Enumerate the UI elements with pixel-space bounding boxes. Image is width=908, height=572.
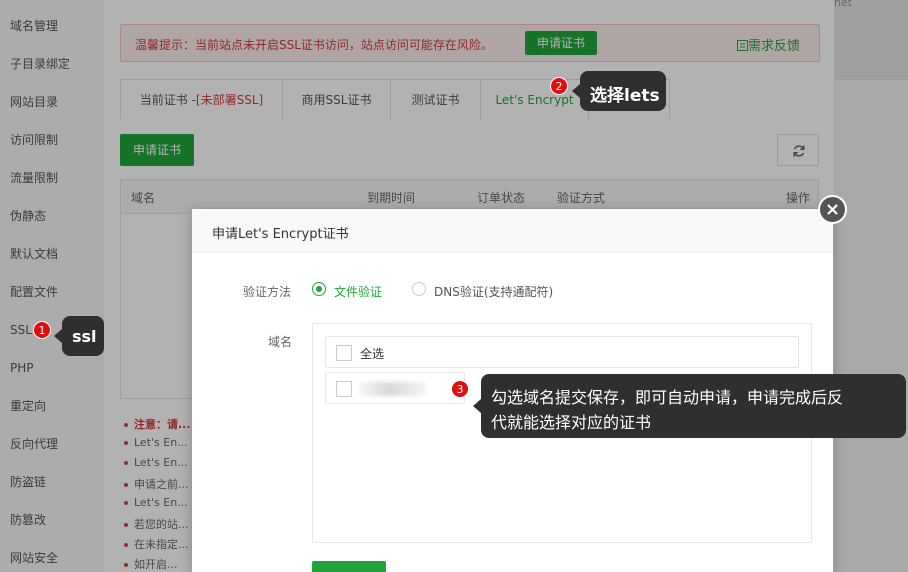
callout-ssl: ssl bbox=[54, 316, 104, 356]
radio-dns-verify-label[interactable]: DNS验证(支持通配符) bbox=[434, 283, 553, 300]
close-icon bbox=[827, 204, 838, 215]
callout-instructions: 勾选域名提交保存，即可自动申请，申请完成后反 代就能选择对应的证书 bbox=[473, 374, 906, 438]
callout-instructions-line1: 勾选域名提交保存，即可自动申请，申请完成后反 bbox=[491, 388, 844, 407]
select-all-row[interactable]: 全选 bbox=[325, 336, 799, 368]
callout-select-lets-text: 选择lets bbox=[590, 86, 660, 106]
step-badge-3: 3 bbox=[451, 380, 469, 398]
verify-method-label: 验证方法 bbox=[243, 285, 292, 299]
domain-name-redacted bbox=[360, 382, 426, 396]
callout-ssl-text: ssl bbox=[72, 327, 97, 346]
radio-file-verify-label[interactable]: 文件验证 bbox=[334, 283, 382, 300]
dialog-title: 申请Let's Encrypt证书 bbox=[212, 227, 349, 242]
dialog-close-button[interactable] bbox=[818, 195, 847, 224]
callout-select-lets: 选择lets bbox=[572, 71, 666, 111]
step-badge-1: 1 bbox=[33, 321, 51, 339]
dialog-header: 申请Let's Encrypt证书 bbox=[192, 209, 833, 253]
submit-button[interactable] bbox=[312, 561, 386, 572]
domain-label: 域名 bbox=[268, 335, 293, 349]
radio-file-verify[interactable] bbox=[312, 282, 326, 296]
callout-instructions-line2: 代就能选择对应的证书 bbox=[491, 413, 652, 432]
select-all-label: 全选 bbox=[360, 347, 385, 361]
domain-checkbox[interactable] bbox=[336, 381, 352, 397]
domain-row[interactable] bbox=[325, 372, 465, 404]
step-badge-2: 2 bbox=[550, 77, 568, 95]
radio-dns-verify[interactable] bbox=[412, 282, 426, 296]
select-all-checkbox[interactable] bbox=[336, 345, 352, 361]
